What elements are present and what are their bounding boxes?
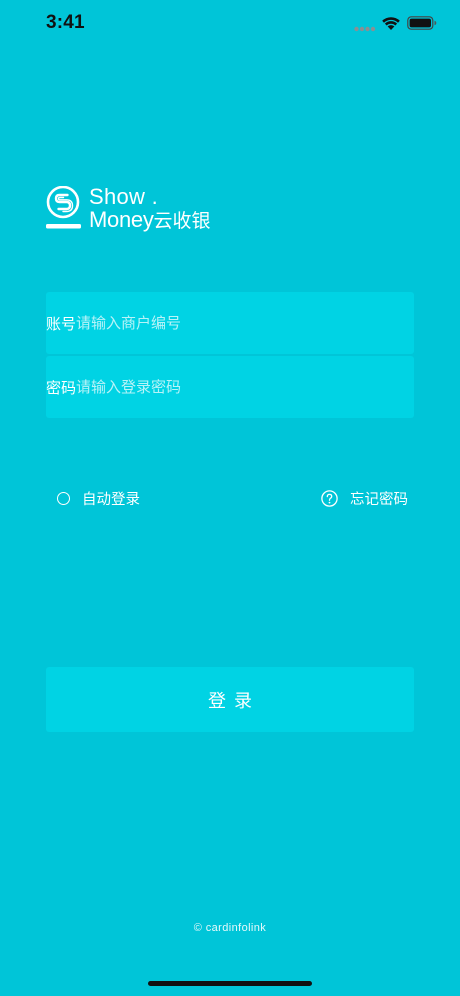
cellular-signal-icon bbox=[354, 26, 376, 32]
forgot-password-label: 忘记密码 bbox=[350, 491, 408, 508]
radio-unchecked-icon[interactable] bbox=[57, 491, 70, 505]
copyright-footer: © cardinfolink bbox=[193, 922, 267, 934]
account-field[interactable]: 账号 bbox=[46, 292, 414, 354]
login-button[interactable]: 登录 bbox=[46, 667, 414, 732]
password-field[interactable]: 密码 bbox=[46, 356, 414, 418]
logo-text-money-latin: Money bbox=[89, 207, 154, 232]
show-money-logo-icon bbox=[46, 186, 81, 229]
home-indicator[interactable] bbox=[148, 981, 312, 986]
logo-text-money: Money云收银 bbox=[89, 208, 211, 233]
status-time: 3:41 bbox=[46, 12, 85, 33]
logo-text-show: Show . bbox=[89, 184, 159, 209]
auto-login-label: 自动登录 bbox=[82, 491, 140, 508]
forgot-password-link[interactable]: 忘记密码 bbox=[321, 488, 408, 508]
account-input[interactable] bbox=[76, 308, 414, 338]
status-bar: 3:41 bbox=[0, 0, 460, 50]
question-circle-icon bbox=[321, 489, 338, 507]
wifi-icon bbox=[382, 17, 400, 30]
account-label: 账号 bbox=[46, 314, 77, 333]
battery-icon bbox=[407, 16, 437, 30]
password-input[interactable] bbox=[76, 372, 414, 402]
auto-login-toggle[interactable]: 自动登录 bbox=[57, 488, 140, 508]
logo-text-money-chinese: 云收银 bbox=[153, 210, 211, 232]
password-label: 密码 bbox=[46, 378, 77, 397]
login-button-label: 登录 bbox=[208, 690, 260, 712]
app-logo: Show . Money云收银 bbox=[46, 184, 246, 236]
